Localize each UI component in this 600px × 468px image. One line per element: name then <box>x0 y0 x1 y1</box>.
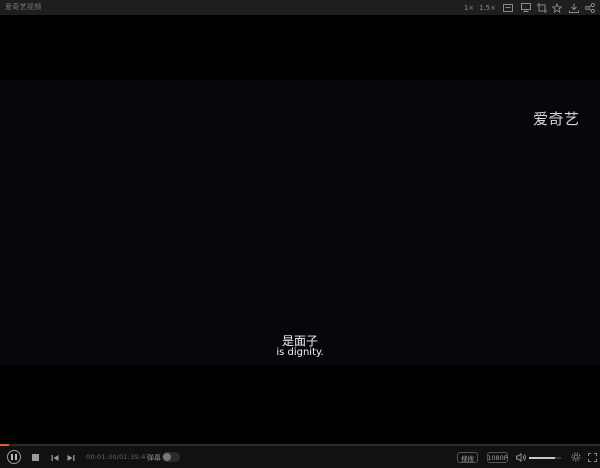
fullscreen-icon[interactable] <box>587 452 597 462</box>
subtitle-english: is dignity. <box>276 347 324 358</box>
quality-selector[interactable]: 1080P <box>487 452 508 463</box>
settings-icon[interactable] <box>571 452 581 462</box>
iqiyi-watermark: 爱奇艺 <box>533 110 580 128</box>
volume-slider[interactable] <box>529 457 561 459</box>
prev-icon[interactable] <box>50 453 59 462</box>
danmu-label: 弹幕 <box>147 454 161 462</box>
title-bar: 爱奇艺视频 1× 1.5× <box>0 0 600 15</box>
crop-icon[interactable] <box>536 2 547 13</box>
stop-icon[interactable] <box>32 454 39 461</box>
window-title: 爱奇艺视频 <box>5 3 42 11</box>
danmu-toggle-knob <box>163 453 171 461</box>
danmu-toggle[interactable] <box>162 452 180 462</box>
star-icon[interactable] <box>551 2 562 13</box>
progress-bar[interactable] <box>0 444 600 446</box>
time-display: 00:01:30/01:39:47 <box>86 453 150 461</box>
progress-fill <box>0 444 9 446</box>
volume-fill <box>529 457 555 459</box>
speed-1x-button[interactable]: 1× <box>463 2 475 13</box>
speed-1-5x-button[interactable]: 1.5× <box>479 2 496 13</box>
video-frame[interactable] <box>0 80 600 365</box>
screen-icon[interactable] <box>520 2 531 13</box>
next-icon[interactable] <box>66 453 75 462</box>
play-pause-icon[interactable] <box>7 450 21 464</box>
search-button[interactable]: 搜搜 <box>457 452 478 463</box>
download-icon[interactable] <box>568 2 579 13</box>
volume-icon[interactable] <box>516 452 527 462</box>
subtitle-icon[interactable] <box>502 2 513 13</box>
share-icon[interactable] <box>584 2 595 13</box>
